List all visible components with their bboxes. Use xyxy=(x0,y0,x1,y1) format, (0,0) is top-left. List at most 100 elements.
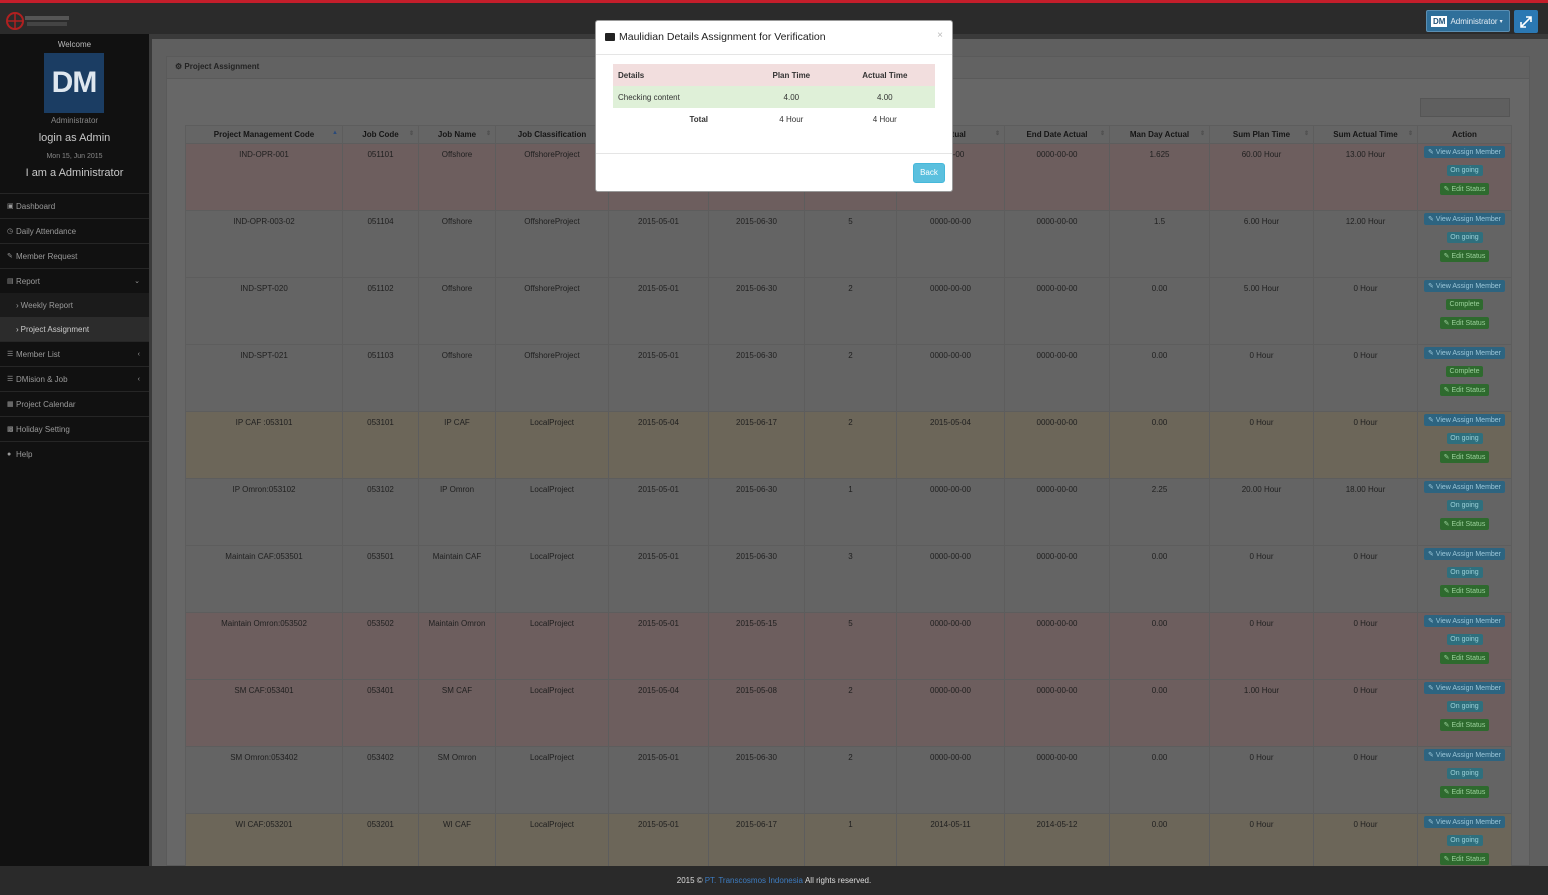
edit-status-button[interactable]: ✎ Edit Status xyxy=(1439,786,1490,798)
table-cell-mda: 2.25 xyxy=(1109,478,1210,546)
chevron-left-icon: ‹ xyxy=(137,375,140,383)
edit-status-button[interactable]: ✎ Edit Status xyxy=(1439,451,1490,463)
caret-down-icon: ▾ xyxy=(1499,18,1503,25)
column-header[interactable]: Job Code ⇕ xyxy=(342,125,419,144)
sidebar-item-member-request[interactable]: ✎ Member Request xyxy=(0,243,149,268)
column-header[interactable]: Action xyxy=(1417,125,1512,144)
status-badge[interactable]: On going xyxy=(1446,768,1483,779)
table-cell-end: 2015-05-15 xyxy=(708,612,805,680)
table-cell-spt: 6.00 Hour xyxy=(1209,210,1314,278)
modal-total-label: Total xyxy=(689,114,708,124)
status-badge[interactable]: On going xyxy=(1446,500,1483,511)
view-assign-member-button[interactable]: ✎ View Assign Member xyxy=(1423,548,1506,560)
action-buttons: ✎ View Assign Member On going ✎ Edit Statu… xyxy=(1418,146,1511,195)
table-cell-eda: 0000-00-00 xyxy=(1004,612,1110,680)
view-assign-member-button[interactable]: ✎ View Assign Member xyxy=(1423,481,1506,493)
sidebar-item-label: Dashboard xyxy=(16,201,56,211)
status-badge[interactable]: On going xyxy=(1446,701,1483,712)
column-header[interactable]: Job Name ⇕ xyxy=(418,125,496,144)
table-cell-job-code: 053402 xyxy=(342,746,419,814)
status-badge[interactable]: On going xyxy=(1446,165,1483,176)
status-badge[interactable]: Complete xyxy=(1445,299,1484,310)
search-input[interactable] xyxy=(1420,98,1510,117)
view-assign-member-button[interactable]: ✎ View Assign Member xyxy=(1423,146,1506,158)
user-menu-button[interactable]: DM Administrator ▾ xyxy=(1426,10,1510,32)
sidebar-item-daily-attendance[interactable]: ◷ Daily Attendance xyxy=(0,218,149,243)
table-row: SM CAF:053401 053401 SM CAF LocalProject 201… xyxy=(185,679,1512,747)
company-logo[interactable] xyxy=(5,9,71,33)
status-badge[interactable]: On going xyxy=(1446,232,1483,243)
table-cell-spt: 0 Hour xyxy=(1209,411,1314,479)
view-assign-member-button[interactable]: ✎ View Assign Member xyxy=(1423,615,1506,627)
table-row: IND-SPT-020 051102 Offshore OffshoreProject… xyxy=(185,277,1512,345)
edit-status-button[interactable]: ✎ Edit Status xyxy=(1439,853,1490,865)
table-cell-job-name: SM Omron xyxy=(418,746,496,814)
view-assign-member-button[interactable]: ✎ View Assign Member xyxy=(1423,414,1506,426)
table-cell-job-name: IP CAF xyxy=(418,411,496,479)
table-cell-spt: 0 Hour xyxy=(1209,746,1314,814)
back-button[interactable]: Back xyxy=(913,163,945,183)
view-assign-member-label: View Assign Member xyxy=(1435,752,1502,759)
edit-status-button[interactable]: ✎ Edit Status xyxy=(1439,183,1490,195)
view-assign-member-button[interactable]: ✎ View Assign Member xyxy=(1423,280,1506,292)
sidebar-item-division-job[interactable]: ☰ DMision & Job ‹ xyxy=(0,366,149,391)
iam-text: I am a Administrator xyxy=(25,167,124,179)
status-badge[interactable]: On going xyxy=(1446,634,1483,645)
column-header[interactable]: Sum Actual Time ⇕ xyxy=(1313,125,1418,144)
view-assign-member-label: View Assign Member xyxy=(1435,350,1502,357)
footer-company-link[interactable]: PT. Transcosmos Indonesia xyxy=(705,876,803,885)
current-date: Mon 15, Jun 2015 xyxy=(46,153,103,160)
column-header[interactable]: Man Day Actual ⇕ xyxy=(1109,125,1210,144)
status-badge[interactable]: On going xyxy=(1446,835,1483,846)
sidebar-item-holiday-setting[interactable]: ▩ Holiday Setting xyxy=(0,416,149,441)
sidebar-item-report[interactable]: ▤ Report ⌄ xyxy=(0,268,149,293)
column-header[interactable]: Project Management Code ▲ xyxy=(185,125,343,144)
table-cell-start: 2015-05-01 xyxy=(608,210,709,278)
edit-status-button[interactable]: ✎ Edit Status xyxy=(1439,384,1490,396)
view-assign-member-button[interactable]: ✎ View Assign Member xyxy=(1423,749,1506,761)
edit-status-button[interactable]: ✎ Edit Status xyxy=(1439,585,1490,597)
edit-status-label: Edit Status xyxy=(1451,856,1486,863)
table-cell-end: 2015-06-30 xyxy=(708,210,805,278)
sidebar-item-weekly-report[interactable]: › Weekly Report xyxy=(0,293,149,317)
edit-status-button[interactable]: ✎ Edit Status xyxy=(1439,250,1490,262)
sidebar-item-project-assignment[interactable]: › Project Assignment xyxy=(0,317,149,341)
view-assign-member-button[interactable]: ✎ View Assign Member xyxy=(1423,347,1506,359)
status-badge[interactable]: On going xyxy=(1446,567,1483,578)
table-cell-action: ✎ View Assign Member On going ✎ Edit Statu… xyxy=(1417,210,1512,278)
column-header[interactable]: Job Classification⇕ xyxy=(495,125,609,144)
table-cell-action: ✎ View Assign Member On going ✎ Edit Statu… xyxy=(1417,612,1512,680)
view-assign-member-label: View Assign Member xyxy=(1435,551,1502,558)
status-badge[interactable]: On going xyxy=(1446,433,1483,444)
status-badge[interactable]: Complete xyxy=(1445,366,1484,377)
action-buttons: ✎ View Assign Member Complete ✎ Edit Statu… xyxy=(1418,347,1511,396)
table-row: Maintain Omron:053502 053502 Maintain Omro… xyxy=(185,612,1512,680)
table-cell-job-name: Maintain Omron xyxy=(418,612,496,680)
sidebar-item-label: Member Request xyxy=(16,251,78,261)
edit-status-button[interactable]: ✎ Edit Status xyxy=(1439,652,1490,664)
edit-icon: ✎ xyxy=(1427,484,1436,491)
view-assign-member-button[interactable]: ✎ View Assign Member xyxy=(1423,682,1506,694)
modal-close-button[interactable]: × xyxy=(937,30,943,41)
view-assign-member-button[interactable]: ✎ View Assign Member xyxy=(1423,816,1506,828)
column-header[interactable]: End Date Actual ⇕ xyxy=(1004,125,1110,144)
table-cell-code: Maintain Omron:053502 xyxy=(185,612,343,680)
table-cell-job-code: 051102 xyxy=(342,277,419,345)
edit-status-button[interactable]: ✎ Edit Status xyxy=(1439,518,1490,530)
sidebar-item-member-list[interactable]: ☰ Member List ‹ xyxy=(0,341,149,366)
fullscreen-button[interactable] xyxy=(1514,10,1538,33)
sidebar-item-dashboard[interactable]: ▣ Dashboard xyxy=(0,193,149,218)
column-header[interactable]: Sum Plan Time ⇕ xyxy=(1209,125,1314,144)
sidebar-item-project-calendar[interactable]: ▦ Project Calendar xyxy=(0,391,149,416)
view-assign-member-button[interactable]: ✎ View Assign Member xyxy=(1423,213,1506,225)
project-assignment-table: Project Management Code ▲ Job Code ⇕ Job Nam… xyxy=(185,125,1512,881)
table-cell-mda: 0.00 xyxy=(1109,612,1210,680)
edit-icon: ✎ xyxy=(1427,149,1436,156)
table-row: SM Omron:053402 053402 SM Omron LocalProjec… xyxy=(185,746,1512,814)
sort-icon: ⇕ xyxy=(408,131,414,137)
sidebar-item-help[interactable]: ● Help xyxy=(0,441,149,466)
edit-status-button[interactable]: ✎ Edit Status xyxy=(1439,317,1490,329)
table-cell-mda: 0.00 xyxy=(1109,277,1210,345)
modal-table-row: Checking content 4.00 4.00 xyxy=(613,86,935,108)
edit-status-button[interactable]: ✎ Edit Status xyxy=(1439,719,1490,731)
